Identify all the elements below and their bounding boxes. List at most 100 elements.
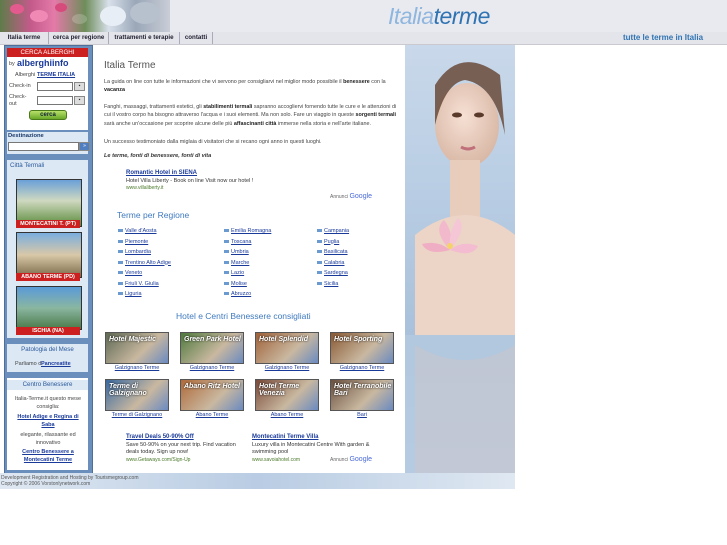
- hotel-location-link[interactable]: Galzignano Terme: [105, 365, 169, 371]
- hotel-card[interactable]: Green Park Hotel Galzignano Terme: [180, 332, 244, 371]
- region-link-piemonte[interactable]: Piemonte: [118, 239, 148, 245]
- hotel-location-link[interactable]: Bari: [330, 412, 394, 418]
- region-link-veneto[interactable]: Veneto: [118, 270, 142, 276]
- site-logo[interactable]: Italiaterme: [388, 3, 490, 30]
- nav-cerca-per-regione[interactable]: cerca per regione: [49, 32, 109, 44]
- hotel-location-link[interactable]: Galzignano Terme: [180, 365, 244, 371]
- region-link-liguria[interactable]: Liguria: [118, 291, 142, 297]
- header-banner-image: [0, 0, 170, 32]
- ads-by-label: Annunci: [330, 194, 349, 200]
- destination-label: Destinazione: [8, 133, 44, 139]
- region-link-valle-d-aosta[interactable]: Valle d'Aosta: [118, 228, 157, 234]
- region-link-basilicata[interactable]: Basilicata: [317, 249, 348, 255]
- pancreatite-link[interactable]: Pancreatite: [41, 361, 71, 367]
- wellness-title: Centro Benessere: [7, 380, 88, 390]
- hotel-name: Hotel Splendid: [259, 336, 308, 343]
- nav-contatti[interactable]: contatti: [180, 32, 213, 44]
- wellness-text-1: Italia-Terme.it questo mese consiglia:: [14, 396, 82, 410]
- hotel-image[interactable]: Hotel Sporting: [330, 332, 394, 364]
- region-link-umbria[interactable]: Umbria: [224, 249, 249, 255]
- abano-terme-link[interactable]: ABANO TERME (PD): [16, 273, 80, 281]
- destination-input[interactable]: [8, 142, 79, 151]
- ad2-url[interactable]: www.Getaways.com/Sign-Up: [126, 457, 246, 465]
- hotel-card[interactable]: Terme di Galzignano Terme di Galzignano: [105, 379, 169, 418]
- search-button[interactable]: cerca: [29, 110, 67, 120]
- nav-trattamenti-e-terapie[interactable]: trattamenti e terapie: [109, 32, 180, 44]
- region-link-lombardia[interactable]: Lombardia: [118, 249, 151, 255]
- region-link-friuli-v-giulia[interactable]: Friuli V. Giulia: [118, 281, 159, 287]
- region-link-abruzzo[interactable]: Abruzzo: [224, 291, 251, 297]
- hotel-image[interactable]: Hotel Majestic: [105, 332, 169, 364]
- ad1-title[interactable]: Romantic Hotel in SIENA: [126, 170, 326, 178]
- region-link-calabria[interactable]: Calabria: [317, 260, 344, 266]
- sidebar: CERCA ALBERGHI by alberghiinfo Alberghi …: [4, 45, 93, 475]
- ad1-text: Hotel Villa Liberty - Book on line Visit…: [126, 177, 254, 184]
- hotel-name: Hotel Majestic: [109, 336, 157, 343]
- ad-romantic-hotel[interactable]: Romantic Hotel in SIENA Hotel Villa Libe…: [126, 170, 326, 193]
- ad1-url[interactable]: www.villaliberty.it: [126, 185, 326, 193]
- p1-text-a: La guida on line con tutte le informazio…: [104, 79, 342, 85]
- nav-bar: Italia terme cerca per regione trattamen…: [0, 32, 727, 45]
- hotel-card[interactable]: Hotel Sporting Galzignano Terme: [330, 332, 394, 371]
- region-link-toscana[interactable]: Toscana: [224, 239, 252, 245]
- hotel-card[interactable]: Hotel Splendid Galzignano Terme: [255, 332, 319, 371]
- region-link-campania[interactable]: Campania: [317, 228, 349, 234]
- hotel-name: Green Park Hotel: [184, 336, 241, 343]
- p2-bold-stabilimenti: stabilimenti termali: [203, 104, 253, 110]
- terme-italia-link[interactable]: TERME ITALIA: [37, 72, 75, 78]
- hotel-location-link[interactable]: Galzignano Terme: [255, 365, 319, 371]
- ads-by-google-2[interactable]: Annunci Google: [330, 456, 372, 463]
- hotel-card[interactable]: Hotel Majestic Galzignano Terme: [105, 332, 169, 371]
- p2-text-g: immerse nella storia e nell'arte italian…: [277, 120, 371, 127]
- hotel-image[interactable]: Hotel Terme Venezia: [255, 379, 319, 411]
- hotel-image[interactable]: Green Park Hotel: [180, 332, 244, 364]
- region-link-puglia[interactable]: Puglia: [317, 239, 339, 245]
- hotel-card[interactable]: Hotel Terme Venezia Abano Terme: [255, 379, 319, 418]
- hotel-image[interactable]: Hotel Splendid: [255, 332, 319, 364]
- hotel-adige-link[interactable]: Hotel Adige e Regina di Saba: [11, 413, 85, 429]
- hotel-name: Hotel Sporting: [334, 336, 383, 343]
- tagline: tutte le terme in Italia: [623, 33, 704, 42]
- destination-go-button[interactable]: »: [79, 142, 90, 151]
- region-link-trentino-alto-adige[interactable]: Trentino Alto Adige: [118, 260, 171, 266]
- hotel-location-link[interactable]: Terme di Galzignano: [105, 412, 169, 418]
- hotels-title: Hotel e Centri Benessere consigliati: [176, 311, 311, 321]
- regions-title: Terme per Regione: [117, 210, 190, 220]
- hotel-card[interactable]: Hotel Terranobile Bari Bari: [330, 379, 394, 418]
- ads-by-google-1[interactable]: Annunci Google: [330, 193, 372, 200]
- nav-italia-terme[interactable]: Italia terme: [0, 32, 49, 44]
- hotel-image[interactable]: Terme di Galzignano: [105, 379, 169, 411]
- pathology-title: Patologia del Mese: [21, 346, 74, 353]
- hotel-location-link[interactable]: Galzignano Terme: [330, 365, 394, 371]
- region-link-emilia-romagna[interactable]: Emilia Romagna: [224, 228, 271, 234]
- region-link-sicilia[interactable]: Sicilia: [317, 281, 338, 287]
- ischia-link[interactable]: ISCHIA (NA): [16, 327, 80, 335]
- hotel-location-link[interactable]: Abano Terme: [180, 412, 244, 418]
- ischia-image[interactable]: [16, 286, 82, 330]
- logo-text-terme: terme: [433, 3, 491, 29]
- ad3-title[interactable]: Montecatini Terme Villa: [252, 434, 372, 442]
- checkout-calendar-button[interactable]: ▪: [74, 96, 85, 105]
- montecatini-link[interactable]: MONTECATINI T. (PT): [16, 220, 80, 228]
- abano-terme-image[interactable]: [16, 232, 82, 278]
- ad-travel-deals[interactable]: Travel Deals 50-90% Off Save 50-90% on y…: [126, 434, 246, 464]
- region-link-lazio[interactable]: Lazio: [224, 270, 244, 276]
- checkin-input[interactable]: [37, 82, 73, 91]
- logo-text-italia: Italia: [388, 3, 434, 29]
- region-link-marche[interactable]: Marche: [224, 260, 249, 266]
- hotel-card[interactable]: Abano Ritz Hotel Abano Terme: [180, 379, 244, 418]
- ad2-title[interactable]: Travel Deals 50-90% Off: [126, 434, 246, 442]
- alberghiinfo-logo[interactable]: alberghiinfo: [17, 58, 69, 68]
- checkout-input[interactable]: [37, 96, 73, 105]
- region-link-sardegna[interactable]: Sardegna: [317, 270, 348, 276]
- checkin-calendar-button[interactable]: ▪: [74, 82, 85, 91]
- hotel-image[interactable]: Hotel Terranobile Bari: [330, 379, 394, 411]
- centro-benessere-link[interactable]: Centro Benessere a Montecatini Terme: [11, 448, 85, 464]
- wellness-text-2: elegante, rilassante ed innovativo: [20, 432, 76, 446]
- pathology-text: Parliamo di: [15, 361, 43, 367]
- hotel-name: Abano Ritz Hotel: [184, 383, 240, 390]
- region-link-molise[interactable]: Molise: [224, 281, 247, 287]
- hotel-image[interactable]: Abano Ritz Hotel: [180, 379, 244, 411]
- hotel-location-link[interactable]: Abano Terme: [255, 412, 319, 418]
- by-label: by: [9, 61, 15, 67]
